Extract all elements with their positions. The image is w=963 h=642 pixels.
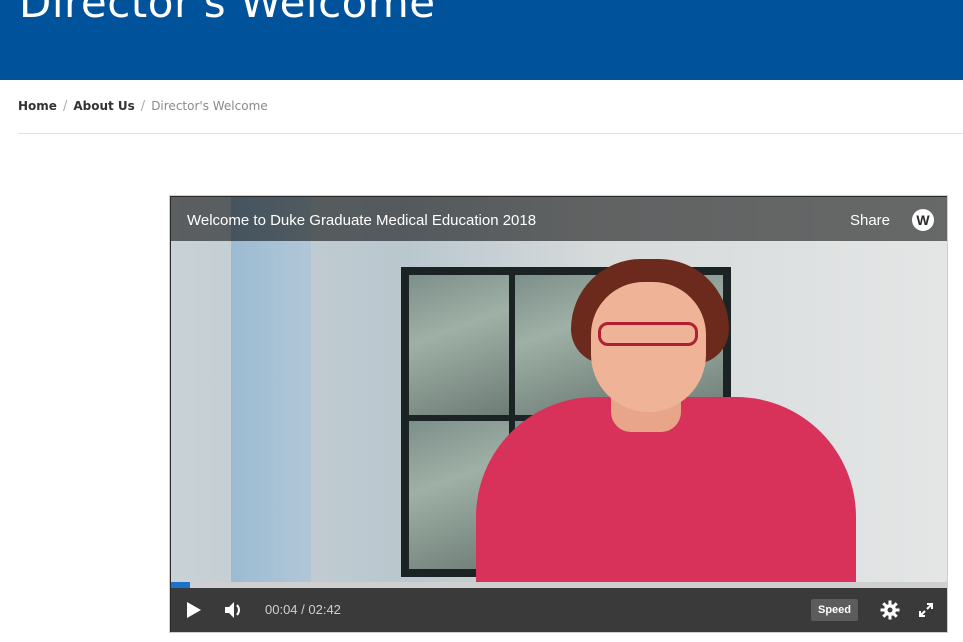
breadcrumb-separator: / — [62, 99, 68, 114]
page-header: Director's Welcome — [0, 0, 963, 80]
volume-button[interactable] — [219, 588, 249, 632]
breadcrumb-home-link[interactable]: Home — [18, 99, 57, 113]
video-player[interactable]: Welcome to Duke Graduate Medical Educati… — [169, 195, 948, 633]
breadcrumb-separator: / — [140, 99, 146, 114]
fullscreen-icon — [919, 603, 933, 617]
speed-button[interactable]: Speed — [811, 599, 859, 621]
play-icon — [187, 602, 201, 618]
wistia-logo-icon[interactable]: W — [912, 209, 934, 231]
volume-icon — [225, 602, 240, 618]
breadcrumb-current: Director's Welcome — [151, 99, 268, 113]
play-button[interactable] — [179, 588, 209, 632]
fullscreen-button[interactable] — [911, 588, 941, 632]
divider — [18, 133, 963, 134]
video-title-bar: Welcome to Duke Graduate Medical Educati… — [171, 197, 947, 241]
gear-icon — [880, 600, 900, 620]
video-controls: 00:04 / 02:42 Speed — [171, 588, 947, 632]
breadcrumb: Home / About Us / Director's Welcome — [18, 99, 268, 114]
settings-button[interactable] — [875, 588, 905, 632]
breadcrumb-about-link[interactable]: About Us — [73, 99, 134, 113]
video-time: 00:04 / 02:42 — [265, 602, 341, 617]
page-title: Director's Welcome — [19, 0, 436, 27]
video-title[interactable]: Welcome to Duke Graduate Medical Educati… — [187, 212, 536, 229]
share-button[interactable]: Share — [850, 212, 890, 229]
video-frame[interactable] — [171, 197, 947, 582]
curtain-graphic — [231, 197, 311, 582]
